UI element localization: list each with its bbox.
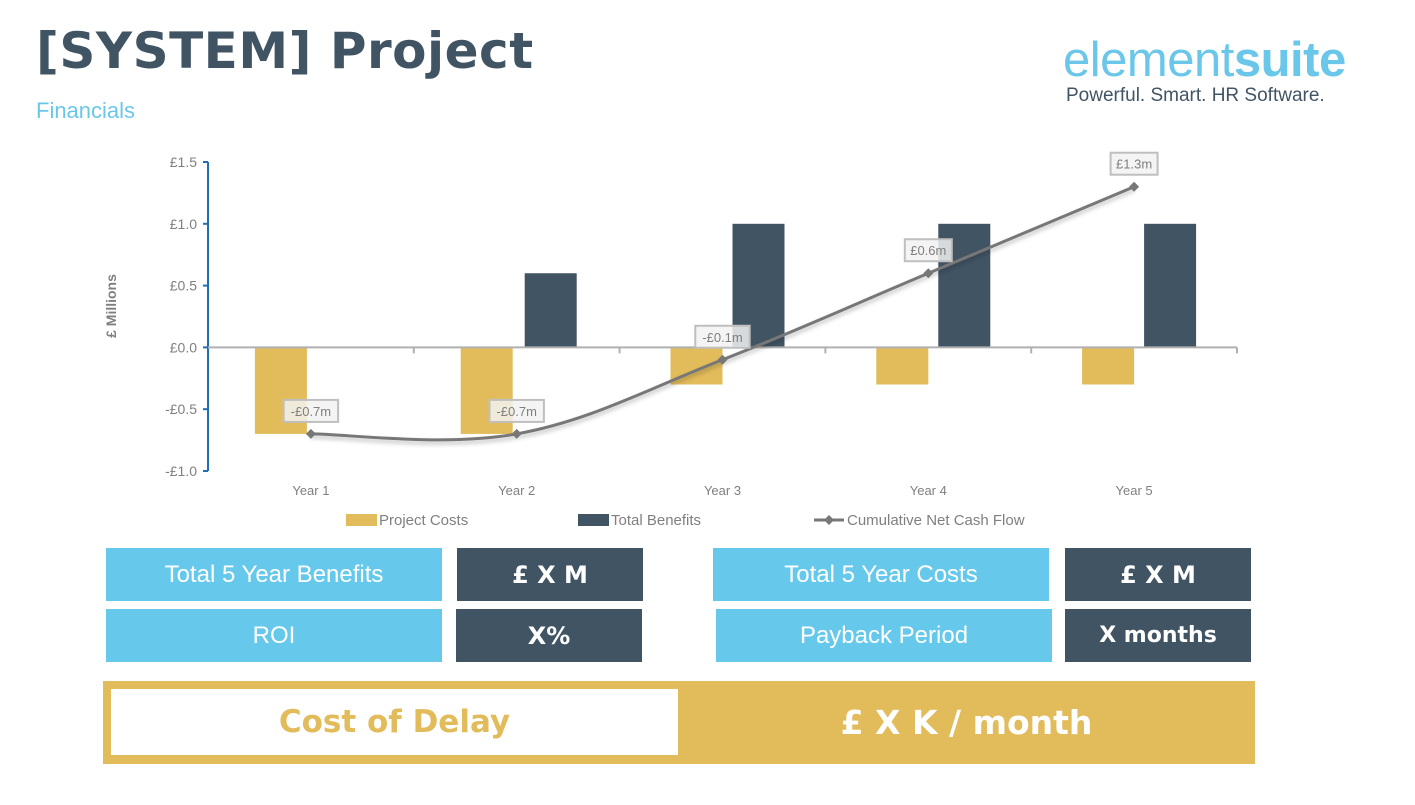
y-tick-label: £1.5: [170, 154, 197, 170]
bar-project-costs: [876, 347, 929, 385]
total-benefits-label: Total 5 Year Benefits: [106, 548, 442, 601]
x-tick-label: Year 5: [1116, 483, 1153, 498]
cost-of-delay-label: Cost of Delay: [111, 689, 678, 755]
legend-label: Total Benefits: [611, 512, 701, 529]
payback-period-label: Payback Period: [716, 609, 1052, 662]
roi-value: X%: [456, 609, 642, 662]
bar-project-costs: [1082, 347, 1135, 385]
line-marker: [923, 268, 934, 279]
total-benefits-value: £ X M: [457, 548, 643, 601]
legend-total-benefits: Total Benefits: [578, 512, 701, 529]
x-tick-label: Year 4: [910, 483, 947, 498]
page-subtitle: Financials: [36, 98, 136, 123]
data-label: -£0.7m: [496, 404, 536, 419]
x-tick-label: Year 3: [704, 483, 741, 498]
legend-marker: [824, 515, 834, 525]
page-title: [SYSTEM] Project: [36, 22, 534, 80]
line-marker: [305, 428, 316, 439]
cost-of-delay-value: £ X K / month: [840, 703, 1093, 742]
legend-label: Project Costs: [379, 512, 468, 529]
x-tick-labels: Year 1 Year 2 Year 3 Year 4 Year 5: [292, 483, 1152, 498]
total-costs-label: Total 5 Year Costs: [713, 548, 1049, 601]
y-tick-label: £0.0: [170, 339, 197, 355]
data-label: -£0.1m: [702, 330, 742, 345]
x-tick-label: Year 1: [292, 483, 329, 498]
cumulative-line: -£0.7m -£0.7m -£0.1m £0.6m £1.3m: [282, 151, 1159, 442]
roi-label: ROI: [106, 609, 442, 662]
x-tick-label: Year 2: [498, 483, 535, 498]
data-label: £1.3m: [1116, 157, 1152, 172]
legend-swatch: [346, 514, 377, 526]
y-axis-label: £ Millions: [103, 274, 119, 338]
total-costs-value: £ X M: [1065, 548, 1251, 601]
cost-of-delay-banner: Cost of Delay £ X K / month: [103, 681, 1255, 764]
payback-period-value: X months: [1065, 609, 1251, 662]
logo-word-bold: suite: [1233, 33, 1346, 87]
y-axis: £1.5 £1.0 £0.5 £0.0 -£0.5 -£1.0: [165, 154, 209, 479]
bar-total-benefits: [1144, 223, 1197, 348]
legend-project-costs: Project Costs: [346, 512, 468, 529]
y-tick-label: -£1.0: [165, 463, 197, 479]
logo-word-light: element: [1063, 33, 1234, 87]
financials-chart: £1.5 £1.0 £0.5 £0.0 -£0.5 -£1.0 £ Millions -£…: [103, 151, 1238, 529]
line-marker: [1129, 181, 1140, 192]
y-tick-label: £1.0: [170, 216, 197, 232]
legend-swatch: [578, 514, 609, 526]
cumulative-net-cash-flow-line: [310, 185, 1135, 442]
elementsuite-logo: elementsuite Powerful. Smart. HR Softwar…: [1063, 36, 1346, 107]
data-label: £0.6m: [910, 243, 946, 258]
y-tick-label: -£0.5: [165, 401, 197, 417]
legend-cumulative-net-cash-flow: Cumulative Net Cash Flow: [814, 512, 1025, 529]
data-label: -£0.7m: [291, 404, 331, 419]
y-tick-label: £0.5: [170, 278, 197, 294]
bar-total-benefits: [524, 273, 577, 348]
logo-tagline: Powerful. Smart. HR Software.: [1066, 85, 1325, 106]
logo-wordmark: elementsuite: [1063, 36, 1346, 85]
legend-label: Cumulative Net Cash Flow: [847, 512, 1025, 529]
line-marker: [511, 428, 522, 439]
legend: Project Costs Total Benefits Cumulative Ne…: [346, 512, 1025, 529]
